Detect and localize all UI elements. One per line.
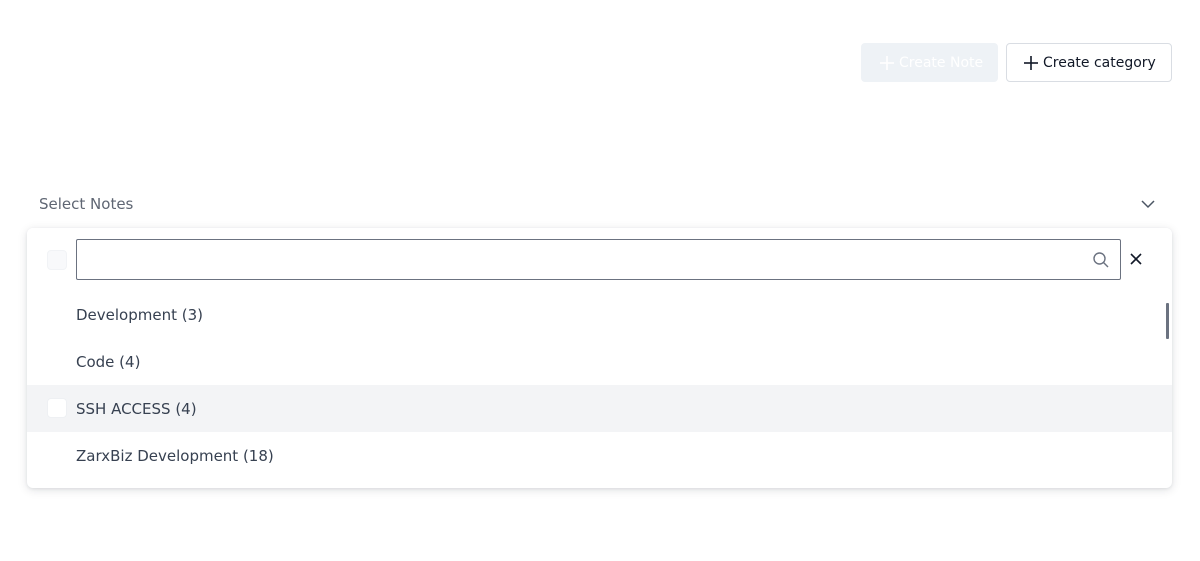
- create-category-label: Create category: [1043, 54, 1156, 71]
- close-icon[interactable]: [1128, 251, 1144, 267]
- filter-input[interactable]: [77, 240, 1120, 279]
- select-placeholder: Select Notes: [39, 195, 134, 213]
- option-label: Development (3): [76, 305, 203, 324]
- create-note-label: Create Note: [899, 54, 984, 71]
- filter-field: [76, 239, 1121, 280]
- chevron-down-icon[interactable]: [1140, 196, 1156, 212]
- list-item[interactable]: SSH ACCESS (4): [27, 385, 1172, 432]
- options-list: Development (3) Code (4) SSH ACCESS (4) …: [27, 291, 1172, 479]
- dropdown-header: [27, 228, 1172, 291]
- select-all-checkbox[interactable]: [47, 250, 67, 270]
- option-label: ZarxBiz Development (18): [76, 446, 274, 465]
- create-category-button[interactable]: Create category: [1006, 43, 1172, 82]
- create-note-button[interactable]: Create Note: [861, 43, 998, 82]
- option-label: Code (4): [76, 352, 141, 371]
- plus-icon: [878, 54, 896, 72]
- search-icon: [1092, 251, 1110, 269]
- plus-icon: [1022, 54, 1040, 72]
- list-item[interactable]: Development (3): [27, 291, 1172, 338]
- list-item[interactable]: ZarxBiz Development (18): [27, 432, 1172, 479]
- list-item[interactable]: Code (4): [27, 338, 1172, 385]
- option-checkbox[interactable]: [47, 398, 67, 418]
- scrollbar-thumb[interactable]: [1166, 303, 1169, 339]
- notes-multiselect[interactable]: Select Notes: [27, 186, 1172, 222]
- option-label: SSH ACCESS (4): [76, 399, 197, 418]
- dropdown-panel: Development (3) Code (4) SSH ACCESS (4) …: [27, 228, 1172, 488]
